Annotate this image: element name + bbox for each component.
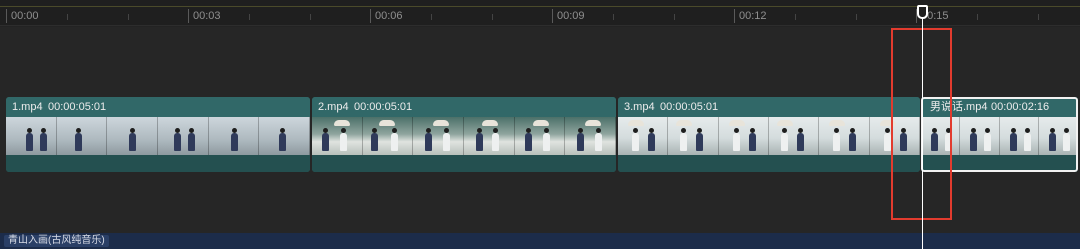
- audio-clip[interactable]: 青山入画(古风纯音乐): [4, 235, 109, 247]
- ruler-minor-tick: [431, 14, 432, 20]
- video-clip-1[interactable]: 1.mp4 00:00:05:01: [6, 97, 310, 172]
- ruler-minor-tick: [613, 14, 614, 20]
- thumbnail: [56, 117, 108, 155]
- ruler-minor-tick: [795, 14, 796, 20]
- ruler-minor-tick: [977, 14, 978, 20]
- thumbnail: [618, 117, 669, 155]
- clip-duration: 00:00:05:01: [354, 101, 413, 113]
- ruler-minor-tick: [310, 14, 311, 20]
- thumbnail: [464, 117, 515, 155]
- thumbnail: [362, 117, 414, 155]
- audio-track[interactable]: 青山入画(古风纯音乐): [0, 233, 1080, 249]
- thumbnail: [668, 117, 719, 155]
- video-clip-3[interactable]: 3.mp4 00:00:05:01: [618, 97, 920, 172]
- clip-name: 1.mp4: [12, 101, 43, 113]
- clip-thumbnails: [312, 117, 616, 155]
- clip-name: 2.mp4: [318, 101, 349, 113]
- thumbnail: [514, 117, 566, 155]
- ruler-minor-tick: [1038, 14, 1039, 20]
- clip-duration: 00:00:02:16: [991, 101, 1050, 113]
- ruler-minor-tick: [856, 14, 857, 20]
- playhead-line[interactable]: [922, 14, 923, 249]
- clip-header: 3.mp4 00:00:05:01: [618, 97, 920, 117]
- clip-footer: [618, 155, 920, 172]
- thumbnail: [819, 117, 870, 155]
- clip-footer: [312, 155, 616, 172]
- playhead-handle[interactable]: [917, 5, 928, 19]
- clip-thumbnails: [618, 117, 920, 155]
- ruler-tick: 00:09: [552, 9, 585, 23]
- ruler-tick: 00:06: [370, 9, 403, 23]
- thumbnail: [107, 117, 159, 155]
- thumbnail: [718, 117, 769, 155]
- ruler-minor-tick: [128, 14, 129, 20]
- clip-duration: 00:00:05:01: [48, 101, 107, 113]
- thumbnail: [999, 117, 1039, 155]
- ruler-minor-tick: [67, 14, 68, 20]
- ruler-minor-tick: [492, 14, 493, 20]
- thumbnail: [413, 117, 465, 155]
- thumbnail: [565, 117, 616, 155]
- clip-thumbnails: [6, 117, 310, 155]
- ruler-tick: 00:00: [6, 9, 39, 23]
- thumbnail: [1038, 117, 1078, 155]
- clip-header: 1.mp4 00:00:05:01: [6, 97, 310, 117]
- thumbnail: [208, 117, 260, 155]
- clip-name: 3.mp4: [624, 101, 655, 113]
- thumbnail: [312, 117, 363, 155]
- thumbnail: [158, 117, 209, 155]
- thumbnail: [960, 117, 1000, 155]
- thumbnail: [768, 117, 820, 155]
- ruler-tick: 00:03: [188, 9, 221, 23]
- video-clip-2[interactable]: 2.mp4 00:00:05:01: [312, 97, 616, 172]
- clip-duration: 00:00:05:01: [660, 101, 719, 113]
- clip-header: 2.mp4 00:00:05:01: [312, 97, 616, 117]
- thumbnail: [6, 117, 57, 155]
- ruler-tick: 00:12: [734, 9, 767, 23]
- thumbnail: [259, 117, 310, 155]
- clip-footer: [6, 155, 310, 172]
- ruler-minor-tick: [674, 14, 675, 20]
- ruler-minor-tick: [249, 14, 250, 20]
